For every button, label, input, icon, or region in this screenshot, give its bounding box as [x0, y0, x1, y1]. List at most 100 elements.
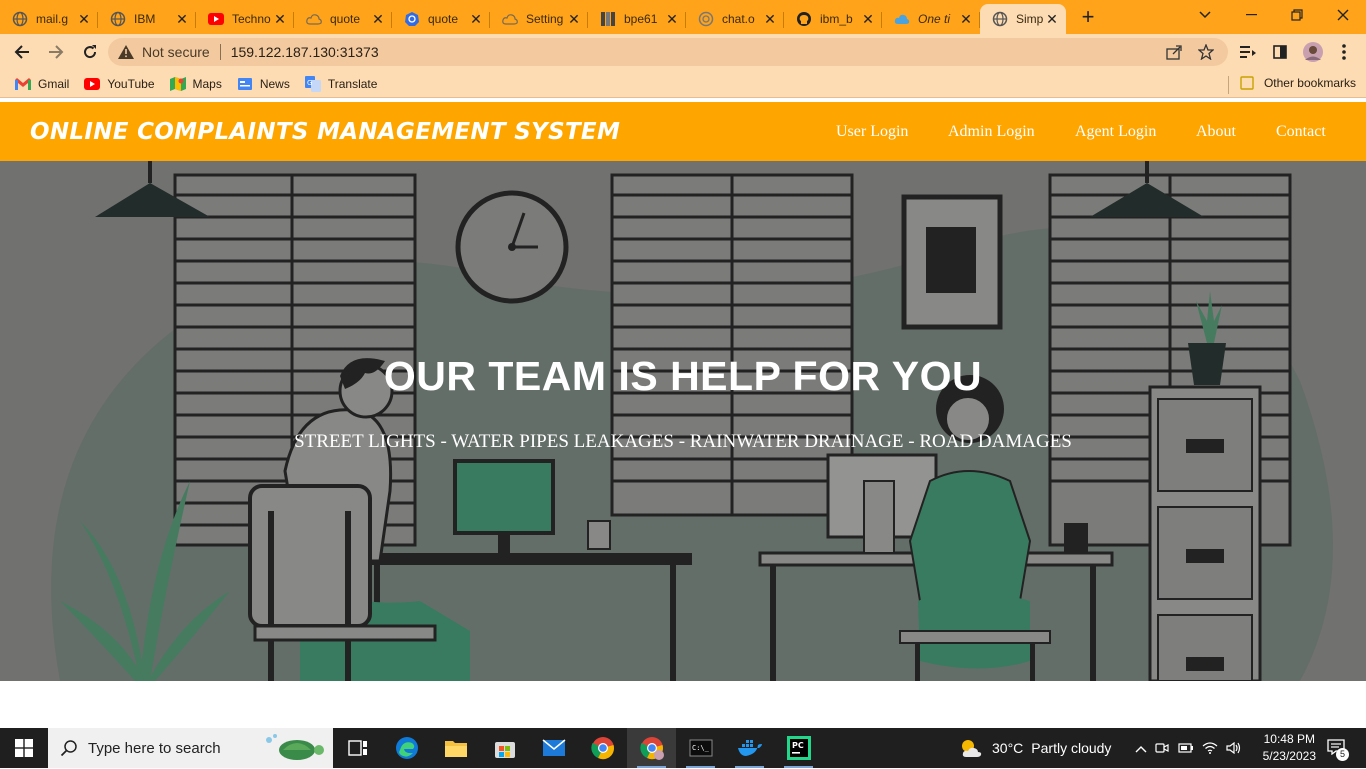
weather-condition: Partly cloudy — [1031, 740, 1112, 756]
nav-contact[interactable]: Contact — [1276, 123, 1326, 141]
other-bookmarks[interactable]: Other bookmarks — [1240, 76, 1356, 90]
browser-tab[interactable]: quote ✕ — [392, 4, 490, 34]
profile-avatar[interactable] — [1302, 41, 1324, 63]
side-panel-icon[interactable] — [1270, 42, 1290, 62]
turtle-doodle-icon[interactable] — [261, 732, 327, 769]
restore-button[interactable] — [1274, 0, 1320, 30]
warning-triangle-icon[interactable] — [118, 44, 134, 60]
chrome-icon[interactable] — [578, 728, 627, 768]
volume-icon[interactable] — [1222, 742, 1246, 754]
nav-agent-login[interactable]: Agent Login — [1075, 123, 1156, 141]
tab-title: mail.g — [36, 12, 69, 26]
tab-close-icon[interactable]: ✕ — [1044, 11, 1060, 27]
browser-tab[interactable]: bpe61 ✕ — [588, 4, 686, 34]
new-tab-button[interactable]: + — [1074, 4, 1102, 32]
cloud-icon — [502, 11, 518, 27]
tab-strip: mail.g ✕ IBM ✕ Techno ✕ quote ✕ quote ✕ … — [0, 0, 1366, 34]
tab-close-icon[interactable]: ✕ — [76, 11, 92, 27]
search-icon — [60, 739, 78, 757]
system-clock[interactable]: 10:48 PM 5/23/2023 — [1263, 731, 1316, 765]
svg-text:PC: PC — [792, 741, 804, 750]
bookmark-translate[interactable]: G Translate — [304, 75, 377, 92]
task-view-icon[interactable] — [333, 728, 382, 768]
bookmark-youtube[interactable]: YouTube — [84, 76, 155, 92]
start-button[interactable] — [0, 728, 48, 768]
browser-tab[interactable]: quote ✕ — [294, 4, 392, 34]
translate-icon: G — [304, 75, 321, 92]
browser-tab[interactable]: One ti ✕ — [882, 4, 980, 34]
tab-close-icon[interactable]: ✕ — [762, 11, 778, 27]
nav-user-login[interactable]: User Login — [836, 123, 908, 141]
reading-list-icon[interactable] — [1238, 42, 1258, 62]
browser-menu-icon[interactable] — [1334, 42, 1354, 62]
battery-icon[interactable] — [1174, 742, 1198, 754]
bookmark-maps[interactable]: Maps — [169, 76, 222, 92]
tray-overflow-chevron-icon[interactable] — [1132, 740, 1150, 756]
browser-tab[interactable]: ibm_b ✕ — [784, 4, 882, 34]
cloud-icon — [306, 11, 322, 27]
windows-logo-icon — [15, 739, 33, 757]
tab-title: Setting — [526, 12, 564, 26]
bookmark-news[interactable]: News — [237, 76, 290, 92]
bookmarks-bar: Gmail YouTube Maps News G Translate Othe… — [0, 70, 1366, 98]
share-icon[interactable] — [1166, 44, 1182, 60]
taskbar-search[interactable]: Type here to search — [48, 728, 333, 768]
notification-center[interactable]: 5 — [1322, 728, 1352, 768]
bookmark-label: Maps — [192, 76, 222, 91]
address-bar[interactable]: Not secure 159.122.187.130:31373 — [108, 38, 1228, 66]
store-icon[interactable] — [480, 728, 529, 768]
tab-close-icon[interactable]: ✕ — [860, 11, 876, 27]
browser-toolbar: Not secure 159.122.187.130:31373 — [0, 34, 1366, 70]
tab-title: ibm_b — [820, 12, 853, 26]
grid-icon — [600, 11, 616, 27]
site-brand[interactable]: ONLINE COMPLAINTS MANAGEMENT SYSTEM — [30, 119, 620, 145]
docker-icon[interactable] — [725, 728, 774, 768]
hero-banner: OUR TEAM IS HELP FOR YOU STREET LIGHTS -… — [0, 161, 1366, 681]
search-placeholder[interactable]: Type here to search — [88, 740, 221, 757]
tab-close-icon[interactable]: ✕ — [664, 11, 680, 27]
forward-button[interactable] — [40, 36, 72, 68]
browser-tab[interactable]: chat.o ✕ — [686, 4, 784, 34]
bookmark-star-icon[interactable] — [1198, 44, 1214, 60]
tab-close-icon[interactable]: ✕ — [272, 11, 288, 27]
bookmark-label: News — [259, 76, 290, 91]
globe-icon — [110, 11, 126, 27]
browser-tab[interactable]: mail.g ✕ — [0, 4, 98, 34]
browser-tab[interactable]: IBM ✕ — [98, 4, 196, 34]
mail-icon[interactable] — [529, 728, 578, 768]
chrome-profile-icon[interactable] — [627, 728, 676, 768]
back-button[interactable] — [6, 36, 38, 68]
pycharm-icon[interactable]: PC — [774, 728, 823, 768]
edge-icon[interactable] — [382, 728, 431, 768]
reload-button[interactable] — [74, 36, 106, 68]
tab-title: Techno — [232, 12, 271, 26]
file-explorer-icon[interactable] — [431, 728, 480, 768]
tab-search-chevron-icon[interactable] — [1182, 0, 1228, 30]
nav-admin-login[interactable]: Admin Login — [948, 123, 1035, 141]
tab-close-icon[interactable]: ✕ — [566, 11, 582, 27]
security-label[interactable]: Not secure — [142, 44, 210, 60]
tab-close-icon[interactable]: ✕ — [468, 11, 484, 27]
tab-title: bpe61 — [624, 12, 658, 26]
meet-now-icon[interactable] — [1150, 741, 1174, 755]
browser-tab[interactable]: Techno ✕ — [196, 4, 294, 34]
tab-close-icon[interactable]: ✕ — [958, 11, 974, 27]
tab-close-icon[interactable]: ✕ — [174, 11, 190, 27]
globe-icon — [12, 11, 28, 27]
news-icon — [237, 76, 253, 92]
wifi-icon[interactable] — [1198, 742, 1222, 754]
url-text[interactable]: 159.122.187.130:31373 — [231, 44, 379, 60]
weather-widget[interactable]: 30°C Partly cloudy — [958, 728, 1111, 768]
svg-text:G: G — [307, 79, 312, 87]
bookmark-gmail[interactable]: Gmail — [15, 76, 69, 92]
close-window-button[interactable] — [1320, 0, 1366, 30]
nav-about[interactable]: About — [1196, 123, 1236, 141]
minimize-button[interactable] — [1228, 0, 1274, 30]
tab-close-icon[interactable]: ✕ — [370, 11, 386, 27]
partly-cloudy-icon — [958, 736, 986, 760]
terminal-icon[interactable]: C:\_ — [676, 728, 725, 768]
browser-tab-active[interactable]: Simple ✕ — [980, 4, 1066, 34]
tab-title: chat.o — [722, 12, 755, 26]
other-bookmarks-label: Other bookmarks — [1263, 76, 1356, 90]
browser-tab[interactable]: Setting ✕ — [490, 4, 588, 34]
